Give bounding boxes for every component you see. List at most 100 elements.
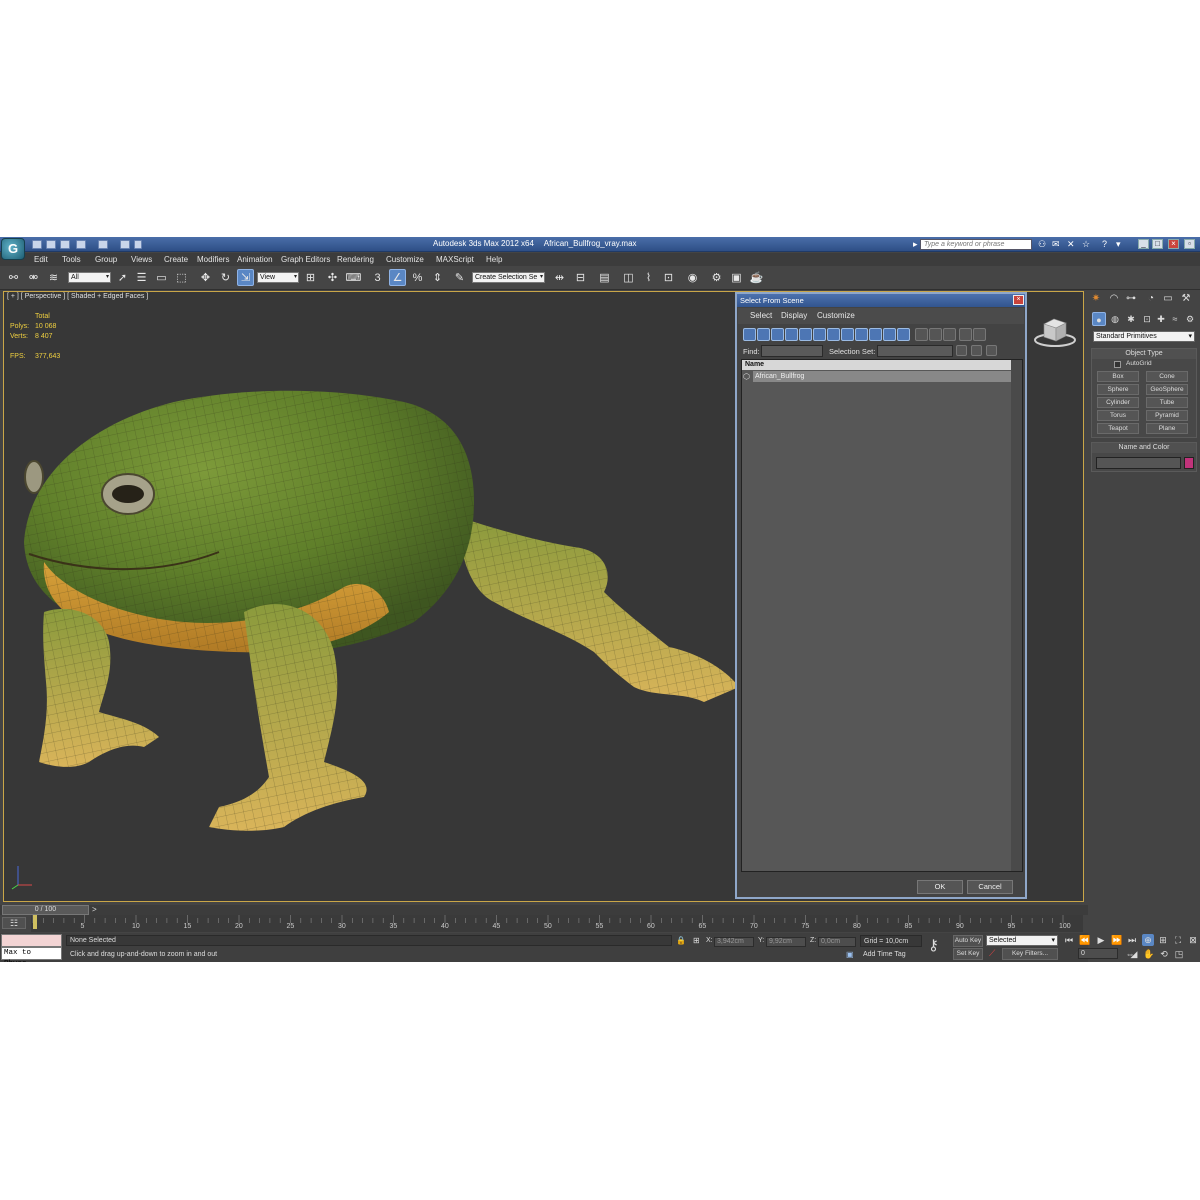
lock-selection-icon[interactable]: 🔒 [676, 936, 686, 945]
display-hidden-icon[interactable] [897, 328, 910, 341]
link-icon[interactable]: ⚯ [5, 269, 22, 286]
dialog-menu-display[interactable]: Display [781, 311, 807, 320]
rendered-frame-window-icon[interactable]: ▣ [728, 269, 745, 286]
display-frozen-icon[interactable] [883, 328, 896, 341]
select-all-icon[interactable] [915, 328, 928, 341]
open-file-icon[interactable] [46, 240, 56, 249]
curve-editor-icon[interactable]: ⌇ [640, 269, 657, 286]
select-by-name-icon[interactable]: ☰ [133, 269, 150, 286]
communication-icon[interactable]: ✕ [1067, 240, 1075, 249]
play-icon[interactable]: ▶ [1095, 934, 1107, 946]
align-icon[interactable]: ⊟ [572, 269, 589, 286]
undo-icon[interactable] [76, 240, 86, 249]
list-item[interactable]: ⬡ African_Bullfrog [742, 371, 1012, 382]
zoom-all-icon[interactable]: ⊞ [1157, 934, 1169, 946]
scene-object-list[interactable]: Name ⬡ African_Bullfrog [741, 359, 1023, 872]
sync-selection-icon[interactable] [973, 328, 986, 341]
key-mode-dropdown[interactable]: Selected ▾ [986, 935, 1058, 946]
display-containers-icon[interactable] [869, 328, 882, 341]
project-folder-icon[interactable] [120, 240, 130, 249]
graphite-modeling-icon[interactable]: ◫ [620, 269, 637, 286]
display-lights-icon[interactable] [771, 328, 784, 341]
edit-named-selection-icon[interactable]: ✎ [451, 269, 468, 286]
y-coordinate-field[interactable]: 9,92cm [766, 937, 806, 947]
utilities-tab-icon[interactable]: ⚒ [1179, 292, 1193, 306]
time-configuration-icon[interactable] [1128, 961, 1140, 962]
named-selection-sets-dropdown[interactable]: Create Selection Se ▾ [472, 272, 545, 283]
maxscript-output[interactable] [1, 934, 62, 947]
delete-selection-set-icon[interactable] [986, 345, 997, 356]
display-geometry-icon[interactable] [743, 328, 756, 341]
menu-views[interactable]: Views [131, 255, 152, 264]
box-button[interactable]: Box [1097, 371, 1139, 382]
column-header-name[interactable]: Name [742, 360, 1012, 370]
menu-animation[interactable]: Animation [237, 255, 273, 264]
bind-space-warp-icon[interactable]: ≋ [45, 269, 62, 286]
mini-curve-editor-icon[interactable]: ☷ [2, 917, 26, 929]
menu-create[interactable]: Create [164, 255, 188, 264]
object-type-header[interactable]: Object Type [1092, 349, 1196, 359]
schematic-view-icon[interactable]: ⊡ [660, 269, 677, 286]
time-slider[interactable]: 0 / 100 > [0, 905, 1088, 915]
object-color-swatch[interactable] [1184, 457, 1194, 469]
select-object-icon[interactable]: ➚ [114, 269, 131, 286]
menu-maxscript[interactable]: MAXScript [436, 255, 474, 264]
restore-icon[interactable]: ▫ [1184, 239, 1195, 249]
add-time-tag[interactable]: Add Time Tag [863, 951, 906, 958]
mirror-icon[interactable]: ⇹ [551, 269, 568, 286]
help-icon[interactable]: ? [1102, 240, 1107, 249]
layer-manager-icon[interactable]: ▤ [596, 269, 613, 286]
time-tag-icon[interactable]: ▣ [846, 950, 854, 959]
zoom-extents-all-icon[interactable]: ⊠ [1187, 934, 1199, 946]
dialog-menu-select[interactable]: Select [750, 311, 772, 320]
x-coordinate-field[interactable]: 3,942cm [714, 937, 754, 947]
select-none-icon[interactable] [929, 328, 942, 341]
filter-icon[interactable] [959, 328, 972, 341]
selection-set-dropdown[interactable] [877, 345, 953, 357]
menu-customize[interactable]: Customize [386, 255, 424, 264]
scale-icon[interactable]: ⇲ [237, 269, 254, 286]
close-icon[interactable]: × [1168, 239, 1179, 249]
teapot-button[interactable]: Teapot [1097, 423, 1139, 434]
go-to-start-icon[interactable]: ⏮ [1063, 934, 1075, 946]
pyramid-button[interactable]: Pyramid [1146, 410, 1188, 421]
torus-button[interactable]: Torus [1097, 410, 1139, 421]
find-input[interactable] [761, 345, 823, 357]
percent-snap-icon[interactable]: % [409, 269, 426, 286]
menu-graph-editors[interactable]: Graph Editors [281, 255, 330, 264]
cone-button[interactable]: Cone [1146, 371, 1188, 382]
viewport-label-menu[interactable]: [ + ] [ Perspective ] [ Shaded + Edged F… [7, 293, 148, 300]
set-key-button[interactable]: Set Key [953, 948, 983, 960]
viewcube-icon[interactable] [1032, 310, 1078, 350]
window-crossing-icon[interactable]: ⬚ [173, 269, 190, 286]
current-frame-marker[interactable] [33, 915, 37, 929]
help-dropdown-icon[interactable]: ▾ [1116, 240, 1121, 249]
dialog-menu-customize[interactable]: Customize [817, 311, 855, 320]
binoculars-icon[interactable]: ⚇ [1038, 240, 1046, 249]
display-bones-icon[interactable] [855, 328, 868, 341]
track-bar[interactable]: 5 10 15 20 25 30 35 40 45 50 55 60 65 70 75 80 85 90 95 100 [31, 915, 1083, 932]
search-arrow-icon[interactable]: ▸ [913, 240, 918, 249]
app-logo-button[interactable]: G [1, 238, 25, 260]
next-frame-arrow-icon[interactable]: > [92, 905, 97, 914]
select-invert-icon[interactable] [943, 328, 956, 341]
zoom-icon[interactable]: ⊕ [1142, 934, 1154, 946]
go-to-end-icon[interactable]: ⏭ [1126, 934, 1138, 946]
name-and-color-header[interactable]: Name and Color [1092, 443, 1196, 453]
reference-coordinate-dropdown[interactable]: View ▾ [257, 272, 299, 283]
new-file-icon[interactable] [32, 240, 42, 249]
angle-snap-icon[interactable]: ∠ [389, 269, 406, 286]
redo-icon[interactable] [98, 240, 108, 249]
current-frame-field[interactable]: 0 [1078, 948, 1118, 959]
lights-category-icon[interactable]: ✱ [1124, 312, 1138, 326]
menu-rendering[interactable]: Rendering [337, 255, 374, 264]
search-input[interactable]: Type a keyword or phrase [920, 239, 1032, 250]
object-name-input[interactable] [1096, 457, 1181, 469]
modify-tab-icon[interactable]: ◠ [1107, 292, 1121, 306]
absolute-mode-icon[interactable]: ⊞ [693, 936, 700, 945]
material-editor-icon[interactable]: ◉ [684, 269, 701, 286]
minimize-icon[interactable]: _ [1138, 239, 1149, 249]
menu-group[interactable]: Group [95, 255, 117, 264]
maximize-icon[interactable]: □ [1152, 239, 1163, 249]
space-warps-category-icon[interactable]: ≈ [1168, 312, 1182, 326]
